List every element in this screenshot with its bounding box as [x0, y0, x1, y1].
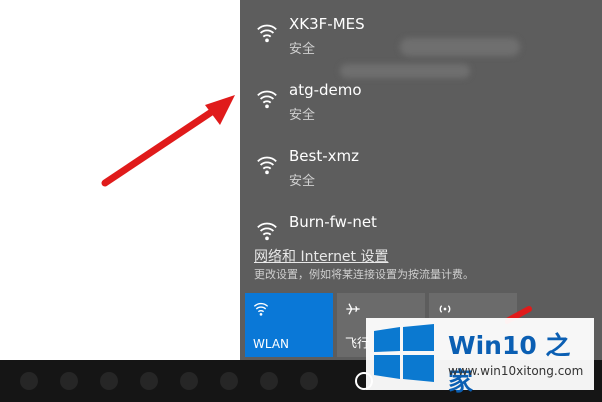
- taskbar-dot: [260, 372, 278, 390]
- network-item[interactable]: XK3F-MES 安全: [240, 4, 602, 68]
- wlan-tile[interactable]: WLAN: [245, 293, 333, 357]
- taskbar-dot: [140, 372, 158, 390]
- watermark-url: www.win10xitong.com: [448, 364, 584, 378]
- network-ssid: Burn-fw-net: [289, 213, 377, 231]
- network-item[interactable]: atg-demo 安全: [240, 70, 602, 134]
- hotspot-icon: [439, 305, 451, 313]
- taskbar-dot: [220, 372, 238, 390]
- red-arrow: [101, 95, 235, 187]
- wifi-icon: [253, 302, 269, 316]
- network-item[interactable]: Best-xmz 安全: [240, 136, 602, 200]
- watermark-box: Win10 之家 www.win10xitong.com: [366, 318, 594, 396]
- taskbar-dot: [100, 372, 118, 390]
- taskbar-dot: [60, 372, 78, 390]
- user-icon: [355, 372, 373, 390]
- network-settings-link[interactable]: 网络和 Internet 设置: [254, 246, 389, 266]
- taskbar-dot: [20, 372, 38, 390]
- network-status: 安全: [289, 108, 316, 123]
- network-ssid: Best-xmz: [289, 147, 359, 165]
- wlan-label: WLAN: [253, 337, 290, 351]
- network-ssid: XK3F-MES: [289, 15, 365, 33]
- wifi-icon: [257, 90, 277, 109]
- wifi-flyout-panel: XK3F-MES 安全 atg-demo 安全 Best-xmz 安全 Burn…: [240, 0, 602, 360]
- network-ssid: atg-demo: [289, 81, 362, 99]
- wifi-icon: [257, 24, 277, 43]
- wifi-icon: [257, 156, 277, 175]
- network-settings-description: 更改设置，例如将某连接设置为按流量计费。: [254, 268, 474, 281]
- taskbar-dot: [300, 372, 318, 390]
- airplane-icon: [346, 303, 360, 315]
- watermark-title: Win10 之家: [448, 331, 571, 396]
- windows-logo-icon: [374, 324, 434, 382]
- wifi-icon: [257, 222, 277, 241]
- taskbar-dot: [180, 372, 198, 390]
- network-status: 安全: [289, 42, 316, 57]
- network-status: 安全: [289, 174, 316, 189]
